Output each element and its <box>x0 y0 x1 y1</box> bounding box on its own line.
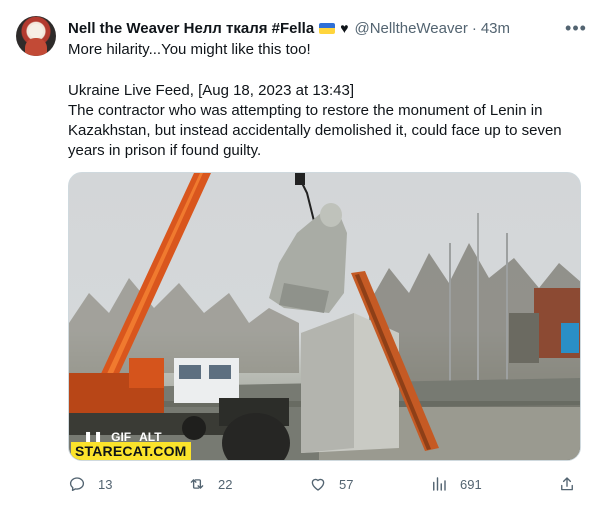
like-icon <box>311 478 325 491</box>
avatar-body <box>25 38 47 56</box>
avatar-head <box>29 24 43 38</box>
ukraine-flag-icon <box>319 22 336 34</box>
like-count: 57 <box>339 476 354 492</box>
retweet-button[interactable]: 22 <box>188 474 232 494</box>
more-icon[interactable]: ••• <box>565 18 586 38</box>
watermark-logo: STARECAT.COM <box>71 442 191 460</box>
separator-dot: · <box>471 19 477 37</box>
tweet-header: Nell the Weaver Нелл ткаля #Fella ♥ @Nel… <box>68 18 510 38</box>
views-icon <box>433 477 446 491</box>
share-icon <box>561 477 573 491</box>
share-button[interactable] <box>558 474 576 494</box>
retweet-count: 22 <box>218 476 233 492</box>
tweet-text-line-1: More hilarity...You might like this too! <box>68 41 311 58</box>
author-name[interactable]: Nell the Weaver Нелл ткаля #Fella <box>68 20 314 37</box>
tweet-text-line-5: years in prison if found guilty. <box>68 142 262 159</box>
tweet-actions: 13 22 57 691 <box>68 474 581 494</box>
views-button[interactable]: 691 <box>430 474 482 494</box>
tweet-text-line-3: The contractor who was attempting to res… <box>68 102 543 119</box>
reply-count: 13 <box>98 476 113 492</box>
author-handle[interactable]: @NelltheWeaver <box>355 20 468 37</box>
reply-button[interactable]: 13 <box>68 474 112 494</box>
tweet-text-line-2: Ukraine Live Feed, [Aug 18, 2023 at 13:4… <box>68 82 355 99</box>
reply-icon <box>69 477 85 492</box>
like-button[interactable]: 57 <box>309 474 353 494</box>
retweet-icon <box>190 479 204 489</box>
heart-icon: ♥ <box>340 20 349 36</box>
tweet-card[interactable]: Nell the Weaver Нелл ткаля #Fella ♥ @Nel… <box>0 0 599 510</box>
views-count: 691 <box>460 476 482 492</box>
tweet-text-line-4: Kazakhstan, but instead accidentally dem… <box>68 122 562 139</box>
timestamp[interactable]: 43m <box>481 20 510 37</box>
gif-frame-illustration <box>69 173 580 460</box>
tweet-media-gif[interactable]: ❚❚ GIF ALT STARECAT.COM <box>68 172 581 461</box>
avatar[interactable] <box>16 16 56 56</box>
